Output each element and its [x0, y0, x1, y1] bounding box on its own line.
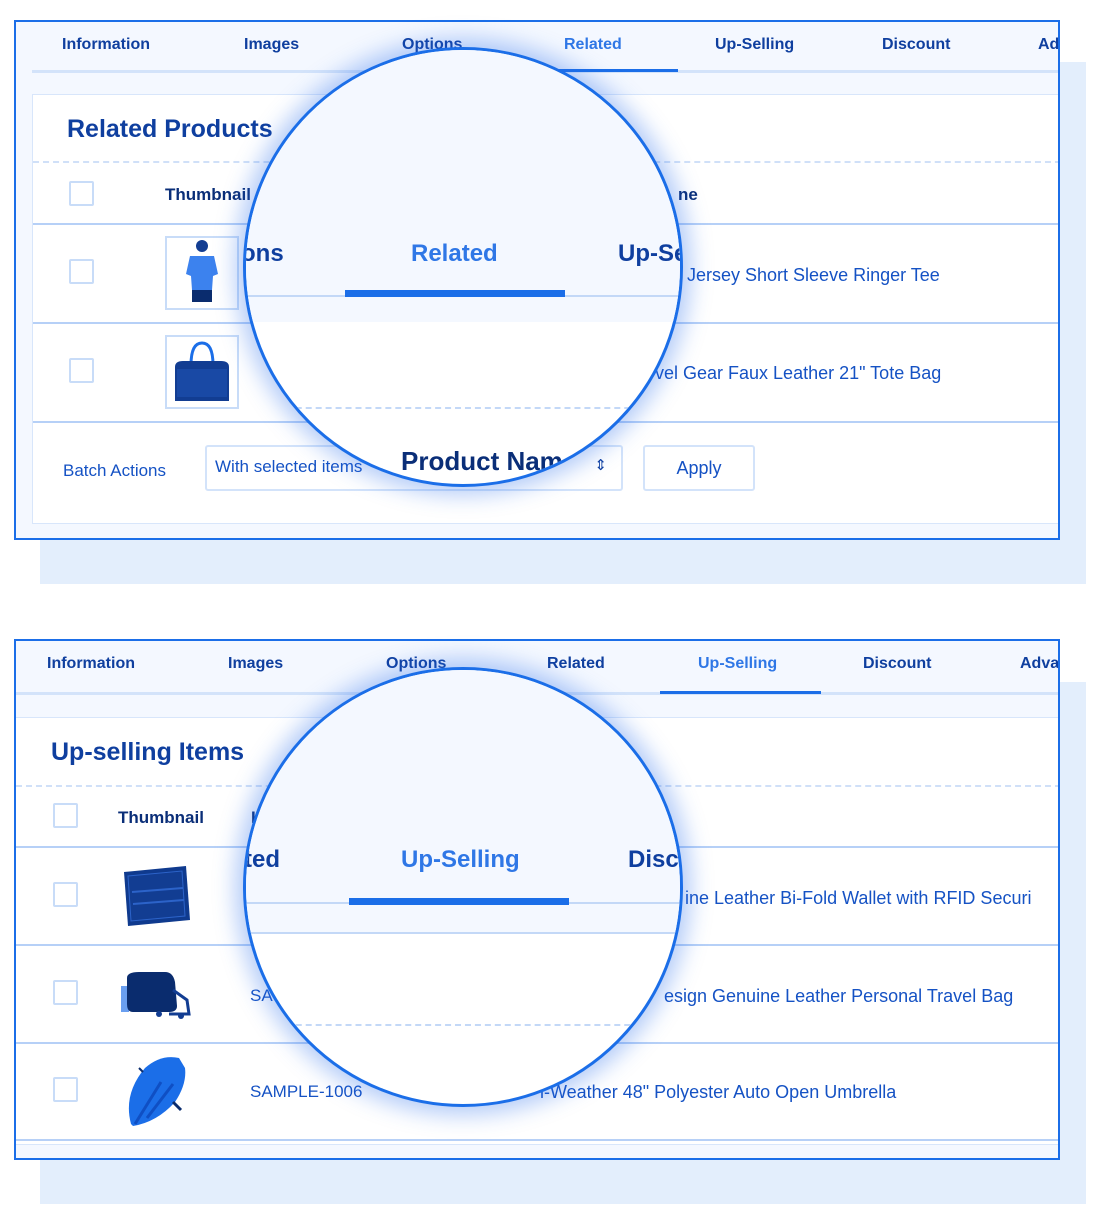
- lens-tab-up-selling: Up-Selling: [401, 846, 520, 873]
- tshirt-model-icon: [186, 240, 218, 302]
- product-name-link[interactable]: ine Leather Bi-Fold Wallet with RFID Sec…: [685, 888, 1031, 909]
- lens-column-header: Product Nam: [401, 446, 563, 476]
- select-all-checkbox[interactable]: [69, 181, 94, 206]
- lens-row-divider: [246, 932, 680, 934]
- tab-information[interactable]: Information: [47, 655, 135, 673]
- thumbnail-frame[interactable]: [165, 236, 239, 310]
- product-name-link[interactable]: Jersey Short Sleeve Ringer Tee: [687, 265, 940, 286]
- batch-action-value: With selected items: [215, 457, 363, 476]
- magnifier-lens: ted Up-Selling Disco: [243, 667, 683, 1107]
- select-all-checkbox[interactable]: [53, 803, 78, 828]
- tote-bag-icon: [175, 341, 229, 401]
- tab-discount[interactable]: Discount: [882, 36, 950, 54]
- lens-tab-area: [246, 670, 680, 933]
- lens-tab-discount: Disco: [628, 846, 680, 873]
- row-checkbox[interactable]: [53, 1077, 78, 1102]
- active-tab-underline: [660, 691, 821, 694]
- wallet-icon: [124, 866, 190, 926]
- row-checkbox[interactable]: [69, 259, 94, 284]
- row-checkbox[interactable]: [53, 980, 78, 1005]
- column-header-product-name[interactable]: ne: [678, 185, 698, 205]
- thumbnail[interactable]: [116, 861, 196, 931]
- row-divider: [16, 1139, 1058, 1141]
- sku-text: SAMPLE-1006: [250, 1082, 363, 1101]
- tab-discount[interactable]: Discount: [863, 655, 931, 673]
- lens-active-underline: [349, 898, 569, 905]
- thumbnail[interactable]: [116, 960, 196, 1030]
- tab-advanced[interactable]: Ad: [1038, 36, 1058, 54]
- product-name-link[interactable]: l-Weather 48" Polyester Auto Open Umbrel…: [540, 1082, 896, 1103]
- lens-dashed-divider: [246, 407, 680, 409]
- product-name-link[interactable]: esign Genuine Leather Personal Travel Ba…: [664, 986, 1013, 1007]
- tab-up-selling[interactable]: Up-Selling: [698, 655, 777, 673]
- magnifier-lens: ons Related Up-Se Product Nam: [243, 47, 683, 487]
- lens-active-underline: [345, 290, 565, 297]
- column-header-thumbnail: Thumbnail: [118, 808, 204, 827]
- tab-up-selling[interactable]: Up-Selling: [715, 36, 794, 54]
- thumbnail-frame[interactable]: [165, 335, 239, 409]
- lens-tab-related: ted: [244, 846, 280, 873]
- tab-information[interactable]: Information: [62, 36, 150, 54]
- lens-tab-related: Related: [411, 240, 498, 267]
- card-title: Related Products: [67, 115, 273, 143]
- row-checkbox[interactable]: [69, 358, 94, 383]
- lens-tab-area: [246, 50, 680, 322]
- travel-bag-icon: [121, 972, 191, 1019]
- lens-tab-options: ons: [243, 240, 284, 267]
- apply-button[interactable]: Apply: [643, 445, 755, 491]
- card-title: Up-selling Items: [51, 738, 245, 766]
- umbrella-icon: [128, 1057, 186, 1126]
- column-header-thumbnail: Thumbnail: [165, 185, 251, 204]
- lens-tab-up-selling: Up-Se: [618, 240, 683, 267]
- row-checkbox[interactable]: [53, 882, 78, 907]
- thumbnail[interactable]: [116, 1052, 196, 1132]
- lens-dashed-divider: [246, 1024, 680, 1026]
- tab-advanced[interactable]: Adva: [1020, 655, 1058, 673]
- batch-actions-label: Batch Actions: [63, 461, 167, 480]
- select-updown-icon: ⇕: [594, 457, 607, 474]
- product-name-link[interactable]: vel Gear Faux Leather 21" Tote Bag: [655, 363, 941, 384]
